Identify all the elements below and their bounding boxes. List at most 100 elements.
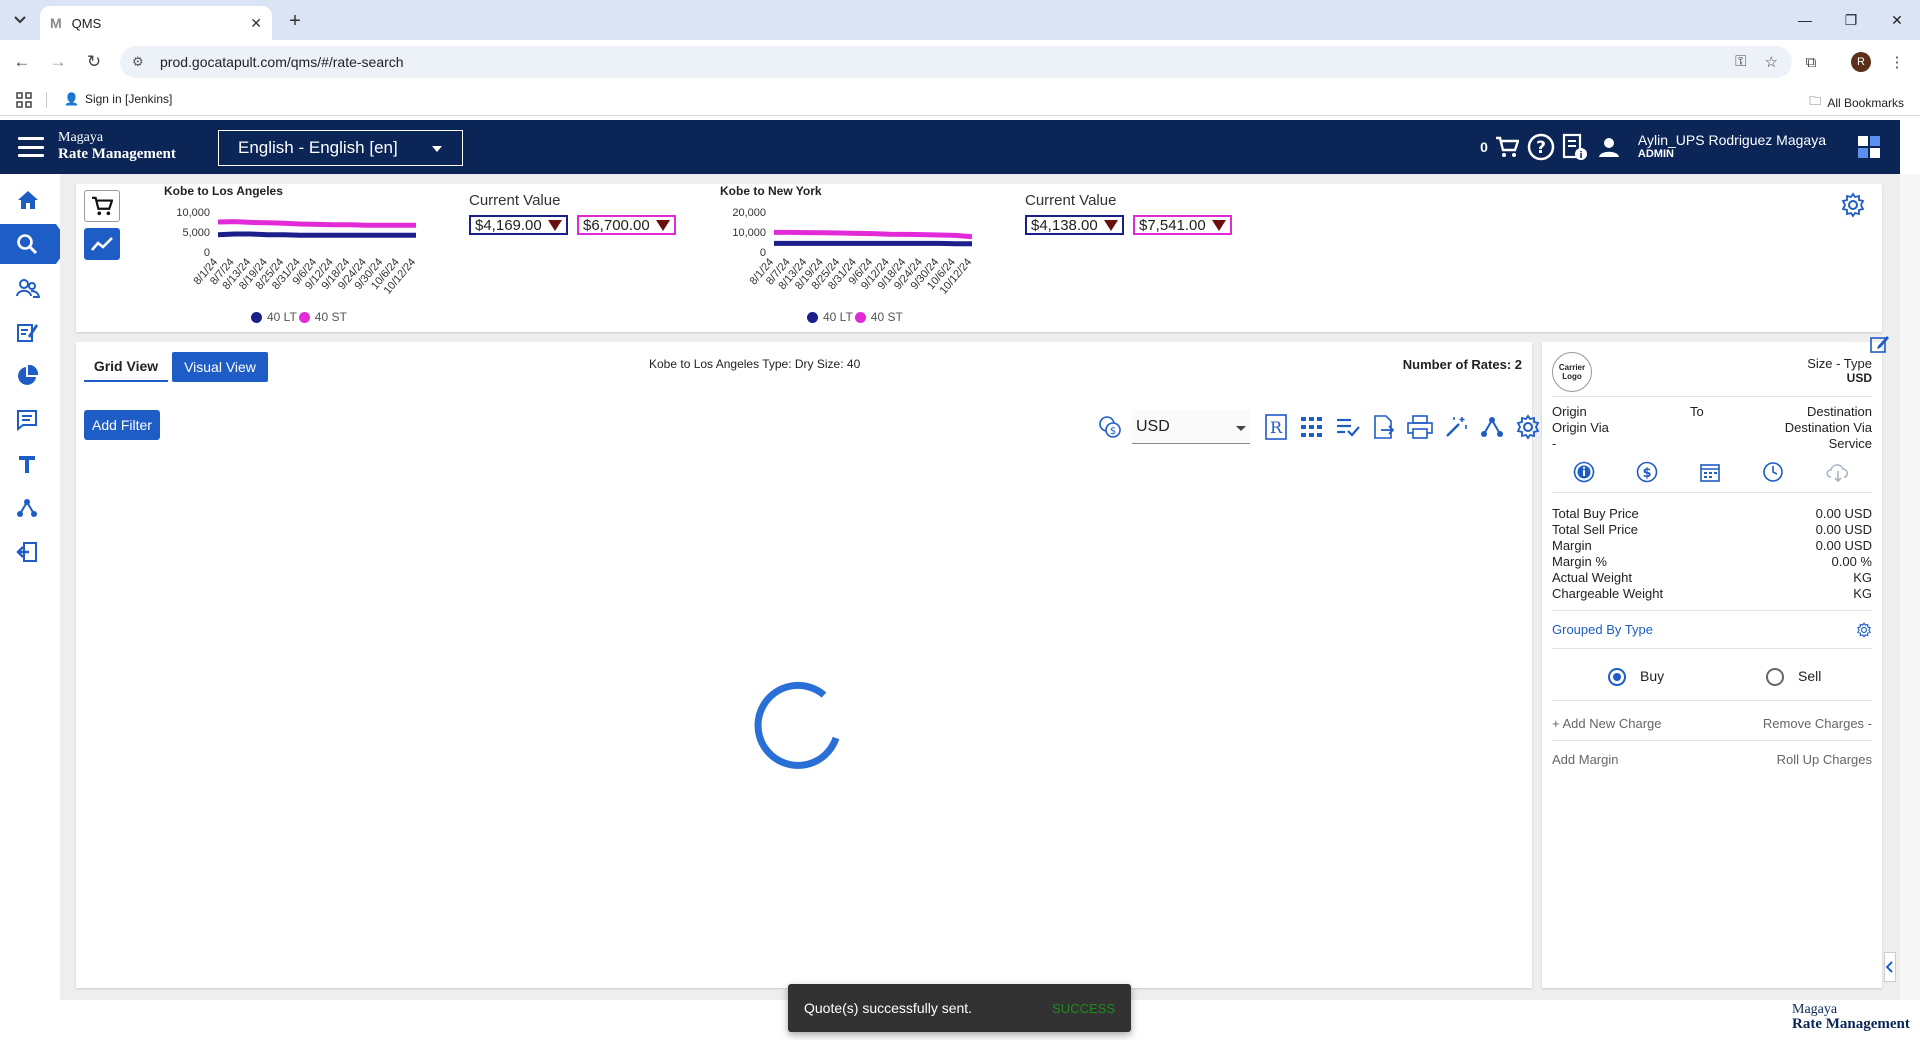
nav-home[interactable] [0,180,60,220]
checklist-icon[interactable] [1334,413,1362,441]
site-info-icon[interactable]: ⚙ [132,54,148,70]
total-value: 0.00 % [1831,554,1872,569]
toast-action-button[interactable]: SUCCESS [1052,1001,1115,1016]
dollar-icon[interactable]: $ [1636,461,1658,483]
cart-toggle-button[interactable] [84,190,120,222]
nav-quotes[interactable] [0,312,60,352]
reload-icon[interactable]: ↻ [82,50,106,74]
origin-row: Origin To Destination [1552,404,1872,419]
nav-logout[interactable] [0,532,60,572]
collapse-panel-icon[interactable] [1884,952,1896,982]
destination-label: Destination [1806,404,1872,419]
bookmark-jenkins[interactable]: 👤 Sign in [Jenkins] [64,92,172,106]
svg-text:R: R [1270,418,1283,437]
browser-tab[interactable]: M QMS ✕ [40,6,272,40]
extensions-icon[interactable]: ⧉ [1800,51,1822,73]
buy-label: Buy [1640,668,1665,684]
minimize-icon[interactable]: — [1782,0,1828,40]
trend-toggle-button[interactable] [84,228,120,260]
chart-settings-icon[interactable] [1840,192,1866,221]
user-avatar-icon[interactable] [1594,132,1624,162]
apps-grid-icon[interactable] [16,92,32,108]
nav-messages[interactable] [0,400,60,440]
history-clock-icon[interactable] [1762,461,1784,483]
password-key-icon[interactable]: ⚿ [1735,53,1746,71]
calendar-icon[interactable] [1699,461,1721,483]
hamburger-menu-icon[interactable] [18,137,44,157]
back-icon[interactable]: ← [10,50,34,74]
nav-text[interactable] [0,444,60,484]
nav-customers[interactable] [0,268,60,308]
roll-up-charges-link[interactable]: Roll Up Charges [1777,752,1872,767]
group-settings-icon[interactable] [1856,622,1872,638]
buy-radio[interactable] [1608,668,1626,687]
language-select[interactable]: English - English [en] [218,130,463,166]
current-value-st-select[interactable]: $6,700.00 [577,215,676,235]
export-icon[interactable] [1370,413,1398,441]
release-notes-icon[interactable]: i [1560,132,1590,162]
close-tab-icon[interactable]: ✕ [250,15,262,32]
browser-menu-icon[interactable]: ⋮ [1886,51,1908,73]
size-type-block: Size - Type USD [1807,356,1872,385]
help-icon[interactable]: ? [1526,132,1556,162]
dropdown-triangle-icon [1103,219,1118,231]
cloud-download-icon[interactable] [1825,461,1851,483]
add-filter-button[interactable]: Add Filter [84,410,160,440]
brand-logo[interactable]: Magaya Rate Management [58,130,176,162]
bookmark-label: Sign in [Jenkins] [84,92,173,106]
total-label: Margin [1552,538,1592,553]
restore-icon[interactable]: ❐ [1828,0,1874,40]
add-margin-link[interactable]: Add Margin [1552,752,1618,767]
nav-rate-search[interactable] [0,224,70,264]
bookmark-star-icon[interactable]: ☆ [1765,53,1778,71]
sell-radio[interactable] [1766,668,1784,687]
magic-wand-icon[interactable] [1442,413,1470,441]
grouped-by-label[interactable]: Grouped By Type [1552,622,1653,638]
cart-icon[interactable] [1492,132,1522,162]
tab-visual-view[interactable]: Visual View [172,352,268,382]
current-value-lt-select[interactable]: $4,138.00 [1025,215,1124,235]
current-value-lt-select[interactable]: $4,169.00 [469,215,568,235]
divider [1552,610,1872,611]
user-info[interactable]: Aylin_UPS Rodriguez Magaya ADMIN [1638,133,1826,161]
currency-select[interactable]: USD [1132,410,1250,444]
buy-radio-option[interactable]: Buy [1608,668,1665,687]
total-value: 0.00 USD [1815,506,1872,521]
currency-exchange-icon[interactable]: $ [1096,413,1124,441]
profile-avatar[interactable]: R [1851,52,1871,72]
workflow-icon[interactable] [1478,413,1506,441]
add-new-charge-link[interactable]: + Add New Charge [1552,716,1661,731]
route-info: Kobe to Los Angeles Type: Dry Size: 40 [649,357,861,371]
tab-grid-view[interactable]: Grid View [84,352,168,382]
total-value: 0.00 USD [1815,538,1872,553]
url-text[interactable]: prod.gocatapult.com/qms/#/rate-search [160,54,1735,70]
omnibox[interactable]: ⚙ prod.gocatapult.com/qms/#/rate-search … [120,46,1792,78]
rate-r-icon[interactable]: R [1262,413,1290,441]
grid-columns-icon[interactable] [1298,413,1326,441]
page-scrollbar[interactable] [1900,174,1920,1000]
all-bookmarks[interactable]: 🗀 All Bookmarks [1809,92,1904,113]
current-value-st-select[interactable]: $7,541.00 [1133,215,1232,235]
sell-label: Sell [1798,668,1822,684]
network-icon [17,499,37,517]
forward-icon[interactable]: → [46,50,70,74]
info-icon[interactable] [1573,461,1595,483]
dropdown-triangle-icon [547,219,562,231]
sell-radio-option[interactable]: Sell [1766,668,1822,687]
print-icon[interactable] [1406,413,1434,441]
total-row: Total Sell Price 0.00 USD [1552,522,1872,537]
edit-panel-icon[interactable] [1870,334,1890,357]
legend-dot-lt [251,311,262,323]
nav-reports[interactable] [0,356,60,396]
chevron-down-icon [1236,426,1246,431]
nav-network[interactable] [0,488,60,528]
to-label: To [1689,404,1704,419]
close-window-icon[interactable]: ✕ [1874,0,1920,40]
remove-charges-link[interactable]: Remove Charges - [1763,716,1872,731]
new-tab-icon[interactable]: + [282,8,308,34]
grid-settings-icon[interactable] [1514,413,1542,441]
app-switcher-icon[interactable] [1858,136,1880,158]
app-header: Magaya Rate Management English - English… [0,120,1900,174]
tab-search-icon[interactable] [8,9,32,31]
total-row: Total Buy Price 0.00 USD [1552,506,1872,521]
